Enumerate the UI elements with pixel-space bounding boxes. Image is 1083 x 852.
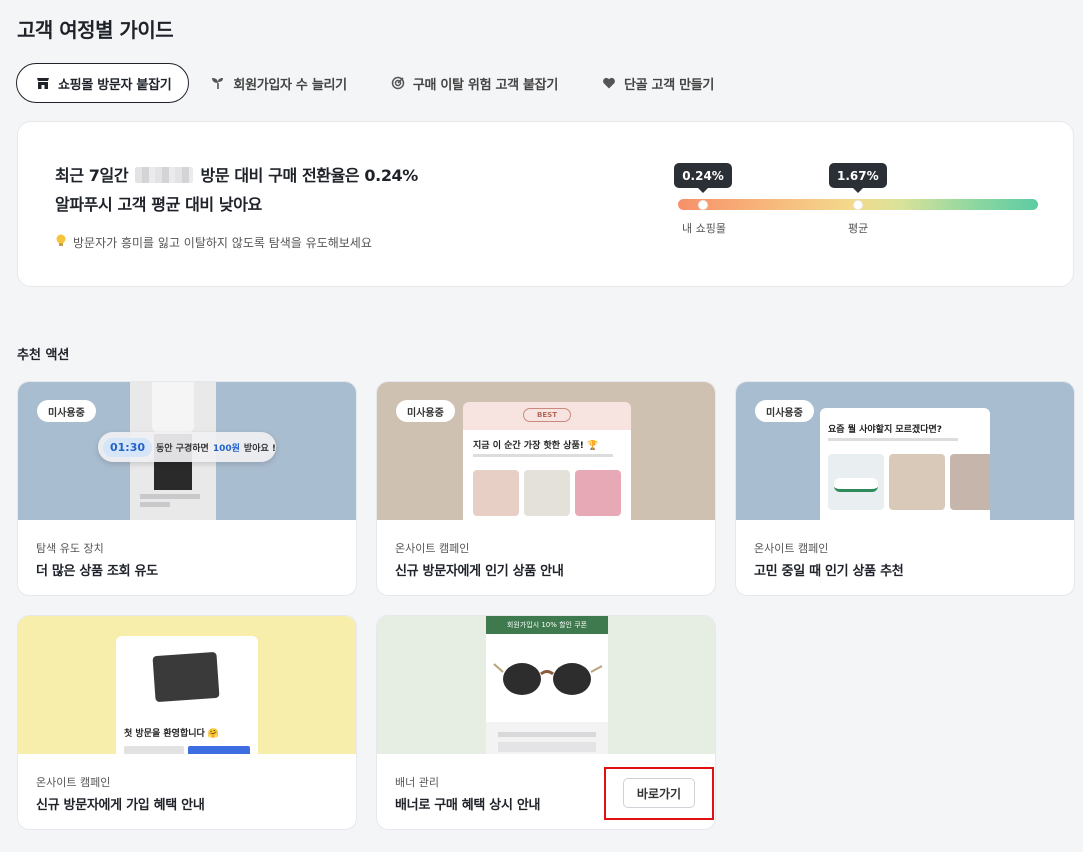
my-rate-bubble: 0.24% (674, 163, 732, 193)
action-card-hesitation-recommend[interactable]: 요즘 뭘 사야할지 모르겠다면? 미사용중 온사이트 캠페인 고민 중일 때 인… (735, 381, 1075, 596)
summary-suffix: 방문 대비 구매 전환율은 0.24% (200, 166, 419, 185)
section-title: 추천 액션 (17, 348, 70, 363)
product-thumb (889, 454, 945, 510)
card-thumbnail: 회원가입시 10% 할인 쿠폰 (377, 616, 715, 754)
timer-reward-widget: 01:30 동안 구경하면 100원 받아요 ! (98, 432, 276, 462)
sprout-icon (211, 76, 225, 90)
page-title: 고객 여정별 가이드 (17, 18, 174, 42)
masked-store-name (135, 167, 194, 183)
action-card-banner-benefit[interactable]: 회원가입시 10% 할인 쿠폰 배너 관리 배너로 구매 혜택 상시 안내 바로… (376, 615, 716, 830)
conversion-summary-card: 최근 7일간 방문 대비 구매 전환율은 0.24% 알파푸시 고객 평균 대비… (17, 121, 1074, 287)
tab-label: 회원가입자 수 늘리기 (233, 77, 347, 93)
timer-highlight: 100원 (212, 443, 240, 454)
product-thumb (828, 454, 884, 510)
highlight-box: 바로가기 (604, 767, 714, 820)
summary-comparison: 알파푸시 고객 평균 대비 낮아요 (55, 195, 262, 214)
popup-heading: 첫 방문을 환영합니다 🤗 (124, 729, 220, 739)
action-card-browse-more[interactable]: 01:30 동안 구경하면 100원 받아요 ! 미사용중 탐색 유도 장치 더… (17, 381, 357, 596)
summary-prefix: 최근 7일간 (55, 166, 129, 185)
heart-icon (602, 76, 616, 90)
timer-text-a: 동안 구경하면 (156, 443, 209, 454)
status-badge: 미사용중 (396, 400, 455, 422)
product-thumb (950, 454, 990, 510)
hint-text: 방문자가 흥미를 잃고 이탈하지 않도록 탐색을 유도해보세요 (73, 236, 372, 250)
envelope-icon (152, 651, 220, 703)
action-card-signup-benefit[interactable]: 첫 방문을 환영합니다 🤗 온사이트 캠페인 신규 방문자에게 가입 혜택 안내 (17, 615, 357, 830)
card-title: 신규 방문자에게 인기 상품 안내 (395, 564, 564, 579)
card-category: 탐색 유도 장치 (36, 542, 104, 555)
tab-churn-risk[interactable]: 구매 이탈 위험 고객 붙잡기 (369, 63, 580, 103)
avg-rate-bubble: 1.67% (829, 163, 887, 193)
product-thumb (575, 470, 621, 516)
timer-value: 01:30 (103, 437, 153, 457)
card-category: 온사이트 캠페인 (395, 542, 470, 555)
popup-preview: 요즘 뭘 사야할지 모르겠다면? (820, 408, 990, 520)
action-card-popular-products[interactable]: BEST 지금 이 순간 가장 핫한 상품! 🏆 미사용중 온사이트 캠페인 신… (376, 381, 716, 596)
card-title: 배너로 구매 혜택 상시 안내 (395, 798, 541, 813)
tab-visitor-retention[interactable]: 쇼핑몰 방문자 붙잡기 (16, 63, 190, 103)
card-title: 더 많은 상품 조회 유도 (36, 564, 158, 579)
target-icon (391, 76, 405, 90)
popup-heading: 지금 이 순간 가장 핫한 상품! 🏆 (473, 441, 599, 451)
status-badge: 미사용중 (37, 400, 96, 422)
product-thumb (473, 470, 519, 516)
product-thumb (524, 470, 570, 516)
summary-headline: 최근 7일간 방문 대비 구매 전환율은 0.24% (55, 162, 418, 186)
card-thumbnail: 첫 방문을 환영합니다 🤗 (18, 616, 356, 754)
lightbulb-icon (55, 234, 67, 251)
status-badge: 미사용중 (755, 400, 814, 422)
popup-heading: 요즘 뭘 사야할지 모르겠다면? (828, 425, 942, 435)
my-store-label: 내 쇼핑몰 (682, 222, 726, 235)
card-title: 신규 방문자에게 가입 혜택 안내 (36, 798, 205, 813)
card-title: 고민 중일 때 인기 상품 추천 (754, 564, 904, 579)
banner-text: 회원가입시 10% 할인 쿠폰 (486, 616, 608, 634)
store-icon (36, 76, 50, 90)
journey-tabs: 쇼핑몰 방문자 붙잡기 회원가입자 수 늘리기 구매 이탈 위험 고객 붙잡기 … (16, 63, 736, 103)
popup-preview: BEST 지금 이 순간 가장 핫한 상품! 🏆 (463, 402, 631, 520)
tab-loyal-customers[interactable]: 단골 고객 만들기 (580, 63, 736, 103)
card-category: 온사이트 캠페인 (36, 776, 111, 789)
tab-label: 단골 고객 만들기 (623, 77, 715, 93)
card-category: 온사이트 캠페인 (754, 542, 829, 555)
popup-preview: 첫 방문을 환영합니다 🤗 (116, 636, 258, 754)
go-button[interactable]: 바로가기 (623, 778, 695, 808)
tab-signups[interactable]: 회원가입자 수 늘리기 (189, 63, 368, 103)
tab-label: 쇼핑몰 방문자 붙잡기 (58, 77, 172, 93)
avg-rate-marker (853, 200, 863, 210)
average-label: 평균 (848, 222, 869, 235)
sunglasses-image (486, 634, 608, 722)
timer-text-b: 받아요 ! (243, 443, 276, 454)
banner-preview: 회원가입시 10% 할인 쿠폰 (486, 616, 608, 754)
best-logo: BEST (523, 408, 571, 422)
card-category: 배너 관리 (395, 776, 439, 789)
summary-hint: 방문자가 흥미를 잃고 이탈하지 않도록 탐색을 유도해보세요 (55, 234, 372, 251)
tab-label: 구매 이탈 위험 고객 붙잡기 (412, 77, 558, 93)
conversion-gauge: 0.24% 1.67% 내 쇼핑몰 평균 (674, 162, 1040, 242)
